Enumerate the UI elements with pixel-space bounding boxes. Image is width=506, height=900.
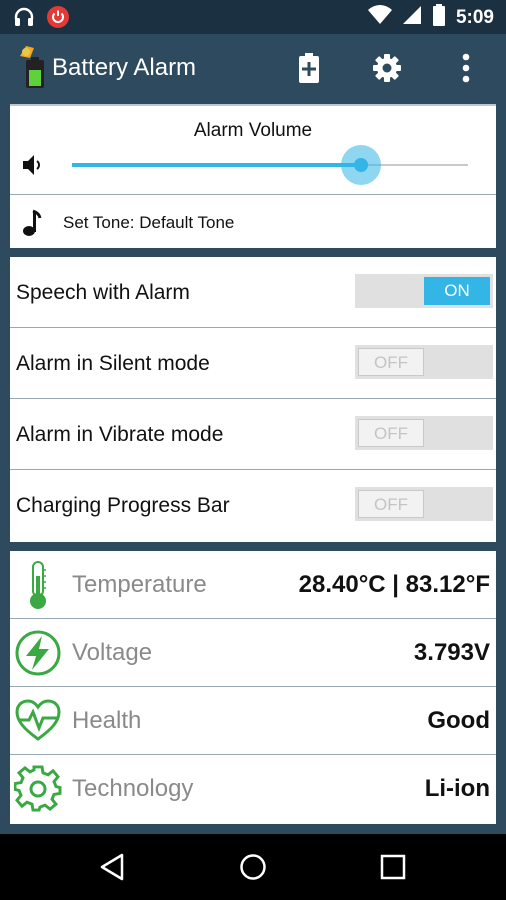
setting-label: Alarm in Vibrate mode: [16, 423, 224, 446]
status-bar: 5:09: [0, 0, 506, 34]
info-row-technology: Technology Li-ion: [10, 755, 496, 823]
toggle-state: ON: [424, 277, 490, 305]
settings-card: Speech with Alarm ON Alarm in Silent mod…: [10, 257, 496, 542]
setting-row-progress: Charging Progress Bar OFF: [10, 470, 496, 541]
toggle-state: OFF: [358, 419, 424, 447]
setting-label: Charging Progress Bar: [16, 494, 230, 517]
setting-row-silent: Alarm in Silent mode OFF: [10, 328, 496, 399]
app-title: Battery Alarm: [52, 54, 197, 81]
battery-info-card: Temperature 28.40°C | 83.12°F Voltage 3.…: [10, 551, 496, 824]
thermometer-icon: [12, 559, 64, 611]
toggle-state: OFF: [358, 348, 424, 376]
toggle-state: OFF: [358, 490, 424, 518]
technology-gear-icon: [12, 763, 64, 815]
health-heart-icon: [12, 695, 64, 747]
info-label: Health: [72, 707, 142, 734]
clock-time: 5:09: [455, 6, 494, 28]
set-tone-label: Set Tone: Default Tone: [63, 213, 235, 232]
alarm-volume-card: Alarm Volume Set Tone: Default Tone: [10, 104, 496, 248]
back-button[interactable]: [94, 849, 130, 885]
setting-label: Alarm in Silent mode: [16, 352, 210, 375]
add-battery-button[interactable]: [289, 48, 329, 88]
setting-row-vibrate: Alarm in Vibrate mode OFF: [10, 399, 496, 470]
settings-gear-button[interactable]: [367, 48, 407, 88]
info-row-temperature: Temperature 28.40°C | 83.12°F: [10, 551, 496, 619]
volume-slider-fill: [72, 163, 362, 167]
vibrate-mode-toggle[interactable]: OFF: [355, 416, 493, 450]
music-note-icon: [22, 209, 42, 242]
app-bar: Battery Alarm: [0, 34, 506, 102]
volume-slider-thumb[interactable]: [341, 145, 382, 185]
navigation-bar: [0, 834, 506, 900]
app-logo-icon: [16, 44, 48, 90]
headphones-icon: [12, 5, 36, 34]
voltage-bolt-icon: [12, 627, 64, 679]
home-button[interactable]: [235, 849, 271, 885]
info-row-voltage: Voltage 3.793V: [10, 619, 496, 687]
overflow-menu-button[interactable]: [446, 48, 486, 88]
info-label: Technology: [72, 775, 194, 802]
info-label: Temperature: [72, 571, 207, 598]
alarm-volume-label: Alarm Volume: [193, 120, 313, 141]
wifi-icon: [367, 5, 392, 30]
info-label: Voltage: [72, 639, 153, 666]
charging-progress-toggle[interactable]: OFF: [355, 487, 493, 521]
main-content: Alarm Volume Set Tone: Default Tone Spee…: [0, 102, 506, 834]
info-value: 28.40°C | 83.12°F: [298, 571, 490, 598]
battery-status-icon: [432, 4, 446, 31]
silent-mode-toggle[interactable]: OFF: [355, 345, 493, 379]
speaker-icon: [22, 154, 46, 181]
info-value: Good: [427, 707, 490, 734]
info-row-health: Health Good: [10, 687, 496, 755]
cell-signal-icon: [402, 5, 422, 30]
power-notification-icon: [46, 5, 70, 34]
recents-button[interactable]: [375, 849, 411, 885]
info-value: Li-ion: [424, 775, 490, 802]
set-tone-row[interactable]: Set Tone: Default Tone: [10, 194, 496, 250]
setting-row-speech: Speech with Alarm ON: [10, 257, 496, 328]
info-value: 3.793V: [413, 639, 490, 666]
volume-slider[interactable]: [72, 145, 468, 185]
setting-label: Speech with Alarm: [16, 281, 190, 304]
speech-toggle[interactable]: ON: [355, 274, 493, 308]
